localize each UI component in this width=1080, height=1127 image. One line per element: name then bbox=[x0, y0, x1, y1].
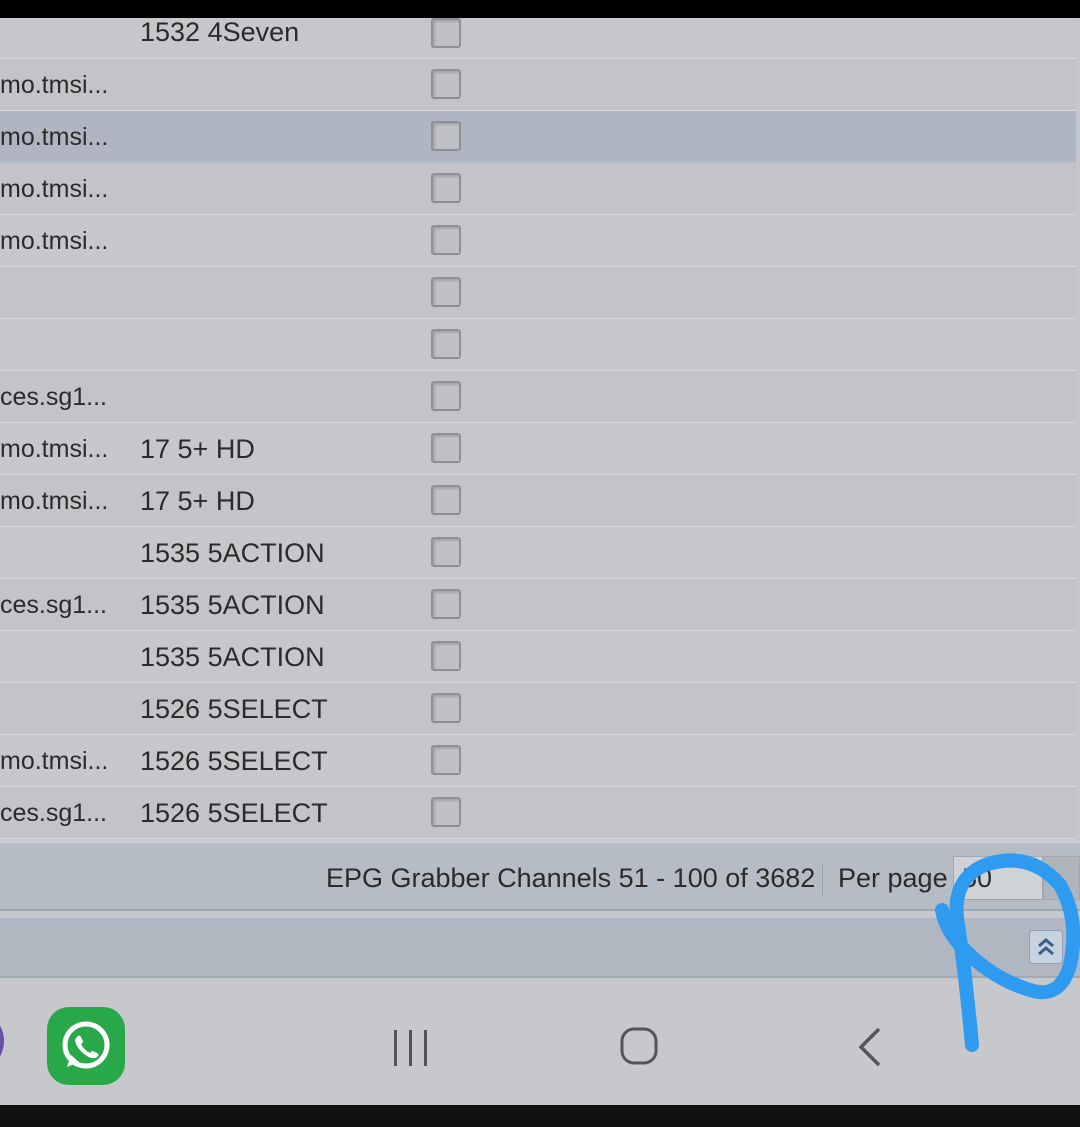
channel-name-cell: 17 5+ HD bbox=[140, 486, 255, 516]
pagination-bar: EPG Grabber Channels 51 - 100 of 3682 Pe… bbox=[0, 841, 1080, 911]
checkbox-cell bbox=[431, 641, 467, 677]
bottom-black-bar bbox=[0, 1105, 1080, 1127]
checkbox-cell bbox=[431, 537, 467, 573]
channel-name-cell: 1535 5ACTION bbox=[140, 590, 325, 620]
row-checkbox[interactable] bbox=[431, 745, 461, 775]
status-bar bbox=[0, 0, 1080, 18]
channel-source-cell bbox=[0, 527, 125, 578]
row-checkbox[interactable] bbox=[431, 329, 461, 359]
whatsapp-icon[interactable] bbox=[47, 1007, 125, 1085]
table-row[interactable]: ces.sg1... bbox=[0, 371, 1076, 423]
row-checkbox[interactable] bbox=[431, 173, 461, 203]
row-checkbox[interactable] bbox=[431, 641, 461, 671]
channel-name-cell bbox=[140, 59, 420, 110]
checkbox-cell bbox=[431, 173, 467, 209]
channel-name-cell: 1526 5SELECT bbox=[140, 746, 328, 776]
checkbox-cell bbox=[431, 121, 467, 157]
channel-name-cell: 1535 5ACTION bbox=[140, 538, 325, 568]
checkbox-cell bbox=[431, 18, 467, 54]
channel-name-cell bbox=[140, 163, 420, 214]
table-row[interactable] bbox=[0, 267, 1076, 319]
row-checkbox[interactable] bbox=[431, 537, 461, 567]
table-row[interactable]: mo.tmsi... bbox=[0, 111, 1076, 163]
table-row[interactable]: ces.sg1... 1535 5ACTION bbox=[0, 579, 1076, 631]
collapsible-panel-header bbox=[0, 916, 1080, 978]
channel-source-cell bbox=[0, 18, 125, 58]
row-checkbox[interactable] bbox=[431, 693, 461, 723]
channel-source-cell: mo.tmsi... bbox=[0, 71, 109, 99]
channel-source-cell: mo.tmsi... bbox=[0, 435, 109, 463]
pagination-summary: EPG Grabber Channels 51 - 100 of 3682 bbox=[326, 863, 816, 893]
table-row[interactable] bbox=[0, 319, 1076, 371]
channel-name-cell bbox=[140, 267, 420, 318]
table-row[interactable]: 1532 4Seven bbox=[0, 18, 1076, 59]
checkbox-cell bbox=[431, 329, 467, 365]
table-row[interactable]: mo.tmsi... 1526 5SELECT bbox=[0, 735, 1076, 787]
android-nav-bar bbox=[0, 978, 1080, 1105]
channel-source-cell: mo.tmsi... bbox=[0, 747, 109, 775]
table-row[interactable]: 1526 5SELECT bbox=[0, 683, 1076, 735]
channel-source-cell: mo.tmsi... bbox=[0, 123, 109, 151]
row-checkbox[interactable] bbox=[431, 797, 461, 827]
channel-name-cell: 1535 5ACTION bbox=[140, 642, 325, 672]
recent-apps-icon[interactable] bbox=[390, 1028, 432, 1068]
checkbox-cell bbox=[431, 589, 467, 625]
table-row[interactable]: mo.tmsi... bbox=[0, 59, 1076, 111]
row-checkbox[interactable] bbox=[431, 121, 461, 151]
pager-separator bbox=[822, 863, 823, 895]
channel-name-cell bbox=[140, 111, 420, 162]
channel-name-cell: 1526 5SELECT bbox=[140, 798, 328, 828]
row-checkbox[interactable] bbox=[431, 277, 461, 307]
checkbox-cell bbox=[431, 745, 467, 781]
channel-table: 1532 4Seven mo.tmsi... mo.tmsi... mo.tmsi..… bbox=[0, 18, 1076, 839]
checkbox-cell bbox=[431, 225, 467, 261]
channel-name-cell bbox=[140, 215, 420, 266]
checkbox-cell bbox=[431, 381, 467, 417]
table-row[interactable]: 1535 5ACTION bbox=[0, 631, 1076, 683]
table-row[interactable]: 1535 5ACTION bbox=[0, 527, 1076, 579]
channel-source-cell bbox=[0, 319, 125, 370]
table-row[interactable]: mo.tmsi... 17 5+ HD bbox=[0, 423, 1076, 475]
channel-name-cell: 1532 4Seven bbox=[140, 18, 300, 47]
table-row[interactable]: mo.tmsi... 17 5+ HD bbox=[0, 475, 1076, 527]
purple-app-icon[interactable] bbox=[0, 1009, 4, 1073]
row-checkbox[interactable] bbox=[431, 433, 461, 463]
channel-name-cell: 17 5+ HD bbox=[140, 434, 255, 464]
back-icon[interactable] bbox=[855, 1026, 885, 1068]
row-checkbox[interactable] bbox=[431, 18, 461, 48]
hand-drawn-annotation bbox=[935, 853, 1080, 1052]
channel-source-cell: mo.tmsi... bbox=[0, 175, 109, 203]
channel-source-cell bbox=[0, 267, 125, 318]
row-checkbox[interactable] bbox=[431, 69, 461, 99]
channel-name-cell bbox=[140, 319, 420, 370]
channel-source-cell: mo.tmsi... bbox=[0, 227, 109, 255]
channel-source-cell: ces.sg1... bbox=[0, 799, 107, 827]
channel-source-cell bbox=[0, 683, 125, 734]
row-checkbox[interactable] bbox=[431, 485, 461, 515]
checkbox-cell bbox=[431, 69, 467, 105]
channel-source-cell: ces.sg1... bbox=[0, 591, 107, 619]
channel-source-cell: mo.tmsi... bbox=[0, 487, 109, 515]
table-row[interactable]: ces.sg1... 1526 5SELECT bbox=[0, 787, 1076, 839]
row-checkbox[interactable] bbox=[431, 225, 461, 255]
app-screen: 1532 4Seven mo.tmsi... mo.tmsi... mo.tmsi..… bbox=[0, 18, 1080, 1105]
checkbox-cell bbox=[431, 433, 467, 469]
channel-source-cell bbox=[0, 631, 125, 682]
row-checkbox[interactable] bbox=[431, 589, 461, 619]
table-row[interactable]: mo.tmsi... bbox=[0, 163, 1076, 215]
channel-name-cell: 1526 5SELECT bbox=[140, 694, 328, 724]
home-icon[interactable] bbox=[619, 1026, 659, 1066]
channel-name-cell bbox=[140, 371, 420, 422]
checkbox-cell bbox=[431, 797, 467, 833]
checkbox-cell bbox=[431, 693, 467, 729]
checkbox-cell bbox=[431, 277, 467, 313]
row-checkbox[interactable] bbox=[431, 381, 461, 411]
checkbox-cell bbox=[431, 485, 467, 521]
table-row[interactable]: mo.tmsi... bbox=[0, 215, 1076, 267]
channel-source-cell: ces.sg1... bbox=[0, 383, 107, 411]
